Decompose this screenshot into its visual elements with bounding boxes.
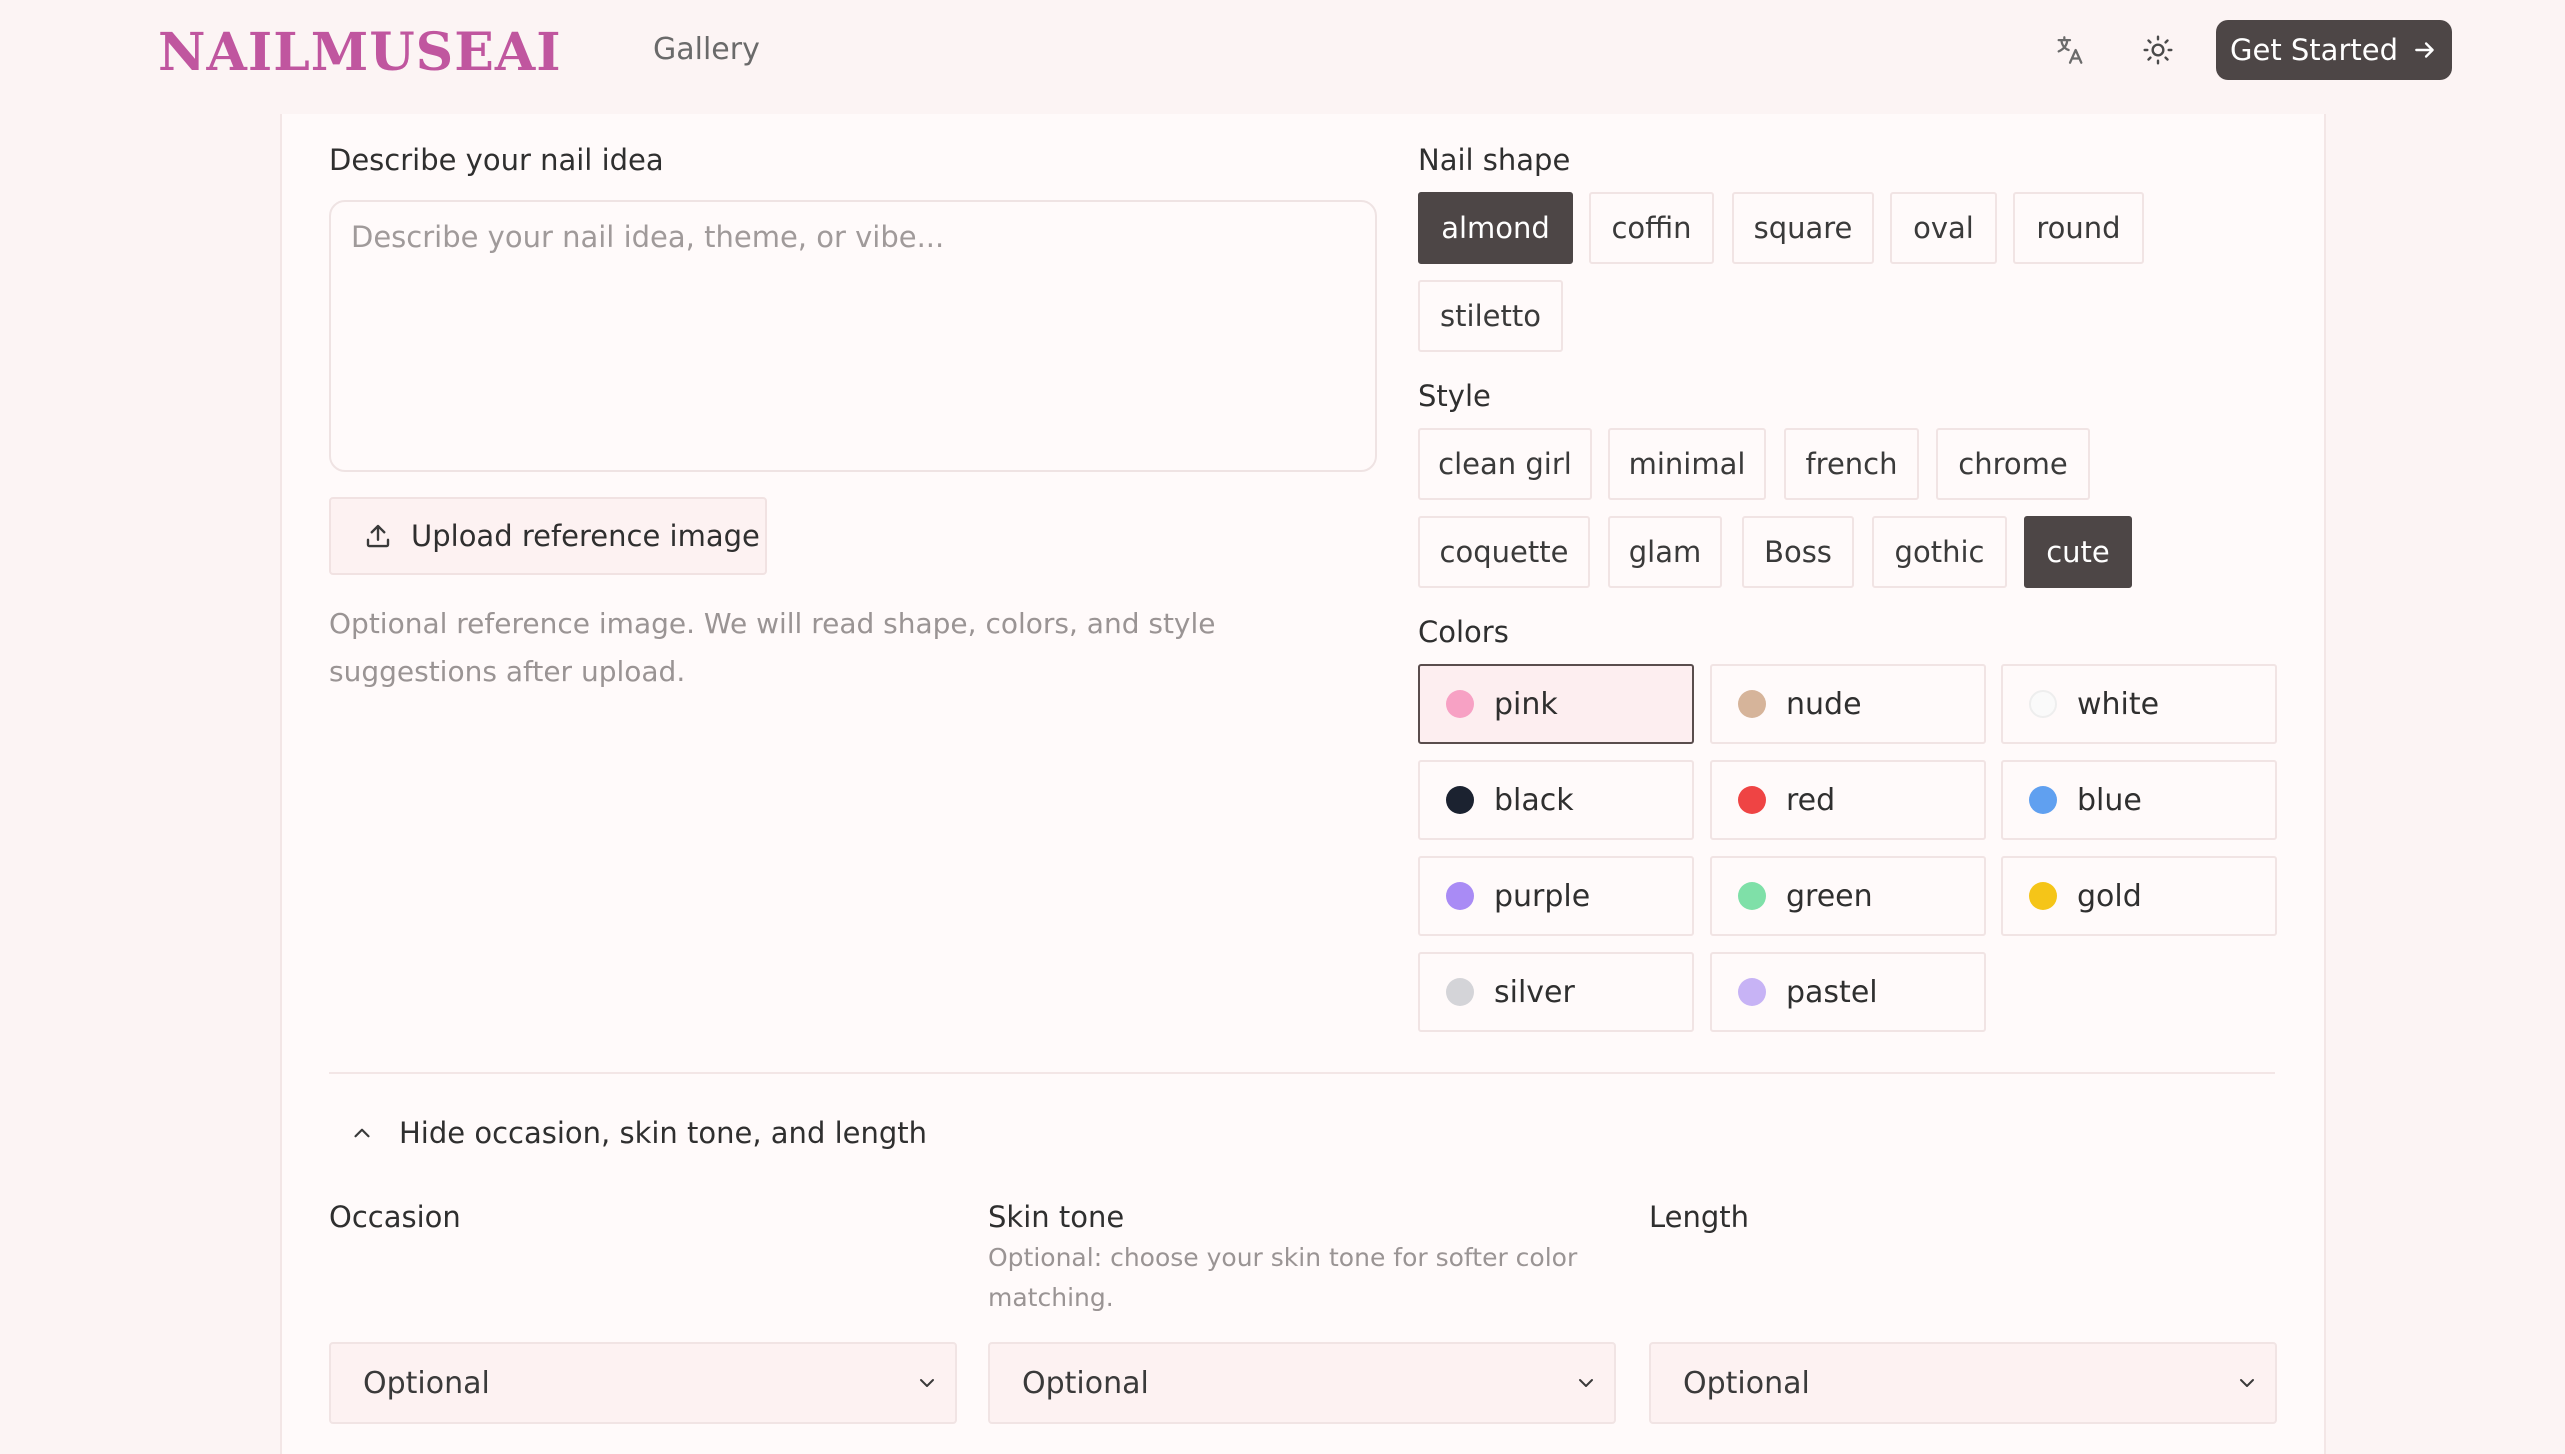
- length-value: Optional: [1683, 1365, 1810, 1401]
- shape-chip-round[interactable]: round: [2013, 192, 2144, 264]
- chevron-down-icon: [2240, 1379, 2254, 1387]
- color-name: white: [2077, 686, 2160, 722]
- shape-chip-almond[interactable]: almond: [1418, 192, 1573, 264]
- length-select[interactable]: Optional: [1649, 1342, 2277, 1424]
- color-tile-green[interactable]: green: [1710, 856, 1986, 936]
- style-chip-glam[interactable]: glam: [1608, 516, 1722, 588]
- color-tile-pink[interactable]: pink: [1418, 664, 1694, 744]
- advanced-options-toggle[interactable]: Hide occasion, skin tone, and length: [349, 1116, 927, 1150]
- color-tile-red[interactable]: red: [1710, 760, 1986, 840]
- theme-toggle-button[interactable]: [2134, 26, 2182, 74]
- language-button[interactable]: [2046, 26, 2094, 74]
- style-chip-french[interactable]: french: [1784, 428, 1919, 500]
- color-swatch: [1446, 882, 1474, 910]
- color-swatch: [2029, 882, 2057, 910]
- style-chip-gothic[interactable]: gothic: [1872, 516, 2007, 588]
- shape-chip-stiletto[interactable]: stiletto: [1418, 280, 1563, 352]
- upload-reference-button[interactable]: Upload reference image: [329, 497, 767, 575]
- skin-tone-label: Skin tone: [988, 1200, 1125, 1234]
- style-chip-chrome[interactable]: chrome: [1936, 428, 2090, 500]
- style-chip-clean-girl[interactable]: clean girl: [1418, 428, 1592, 500]
- arrow-right-icon: [2415, 42, 2434, 58]
- style-chip-cute[interactable]: cute: [2024, 516, 2132, 588]
- nail-shape-label: Nail shape: [1418, 143, 1571, 177]
- color-name: nude: [1786, 686, 1862, 722]
- idea-label: Describe your nail idea: [329, 143, 664, 177]
- color-swatch: [2029, 690, 2057, 718]
- color-swatch: [1446, 690, 1474, 718]
- occasion-value: Optional: [363, 1365, 490, 1401]
- color-tile-silver[interactable]: silver: [1418, 952, 1694, 1032]
- length-label: Length: [1649, 1200, 1750, 1234]
- get-started-label: Get Started: [2230, 33, 2398, 67]
- upload-label: Upload reference image: [411, 519, 760, 553]
- color-swatch: [1738, 978, 1766, 1006]
- color-tile-blue[interactable]: blue: [2001, 760, 2277, 840]
- chevron-down-icon: [1579, 1379, 1593, 1387]
- color-name: red: [1786, 782, 1836, 818]
- advanced-toggle-label: Hide occasion, skin tone, and length: [399, 1116, 928, 1150]
- shape-chip-coffin[interactable]: coffin: [1589, 192, 1714, 264]
- color-tile-nude[interactable]: nude: [1710, 664, 1986, 744]
- color-tile-white[interactable]: white: [2001, 664, 2277, 744]
- style-label: Style: [1418, 379, 1491, 413]
- top-nav: NAILMUSEAI Gallery Get Started: [0, 0, 2565, 104]
- color-swatch: [1446, 978, 1474, 1006]
- logo[interactable]: NAILMUSEAI: [158, 22, 562, 83]
- color-name: gold: [2077, 878, 2142, 914]
- color-name: green: [1786, 878, 1873, 914]
- color-tile-pastel[interactable]: pastel: [1710, 952, 1986, 1032]
- color-name: pink: [1494, 686, 1558, 722]
- shape-chip-oval[interactable]: oval: [1890, 192, 1997, 264]
- color-tile-purple[interactable]: purple: [1418, 856, 1694, 936]
- idea-textarea[interactable]: Describe your nail idea, theme, or vibe.…: [329, 200, 1377, 472]
- chevron-down-icon: [920, 1379, 934, 1387]
- get-started-button[interactable]: Get Started: [2216, 20, 2452, 80]
- sun-icon: [2143, 35, 2173, 65]
- upload-icon: [366, 524, 390, 548]
- translate-icon: [2057, 36, 2083, 64]
- color-name: blue: [2077, 782, 2142, 818]
- style-chip-coquette[interactable]: coquette: [1418, 516, 1590, 588]
- upload-help-text: Optional reference image. We will read s…: [329, 607, 1216, 688]
- color-name: purple: [1494, 878, 1591, 914]
- shape-chip-square[interactable]: square: [1732, 192, 1874, 264]
- style-chip-minimal[interactable]: minimal: [1608, 428, 1766, 500]
- chevron-up-icon: [354, 1128, 370, 1138]
- nav-gallery-link[interactable]: Gallery: [653, 32, 760, 67]
- skin-tone-help: Optional: choose your skin tone for soft…: [988, 1243, 1578, 1312]
- color-name: black: [1494, 782, 1574, 818]
- color-swatch: [1446, 786, 1474, 814]
- idea-placeholder: Describe your nail idea, theme, or vibe.…: [351, 220, 945, 254]
- color-tile-black[interactable]: black: [1418, 760, 1694, 840]
- color-swatch: [1738, 882, 1766, 910]
- colors-label: Colors: [1418, 615, 1509, 649]
- color-name: silver: [1494, 974, 1575, 1010]
- style-chip-boss[interactable]: Boss: [1742, 516, 1854, 588]
- occasion-select[interactable]: Optional: [329, 1342, 957, 1424]
- skin-tone-value: Optional: [1022, 1365, 1149, 1401]
- color-name: pastel: [1786, 974, 1878, 1010]
- color-swatch: [1738, 690, 1766, 718]
- skin-tone-select[interactable]: Optional: [988, 1342, 1616, 1424]
- color-swatch: [2029, 786, 2057, 814]
- section-divider: [329, 1072, 2275, 1074]
- color-swatch: [1738, 786, 1766, 814]
- color-tile-gold[interactable]: gold: [2001, 856, 2277, 936]
- occasion-label: Occasion: [329, 1200, 461, 1234]
